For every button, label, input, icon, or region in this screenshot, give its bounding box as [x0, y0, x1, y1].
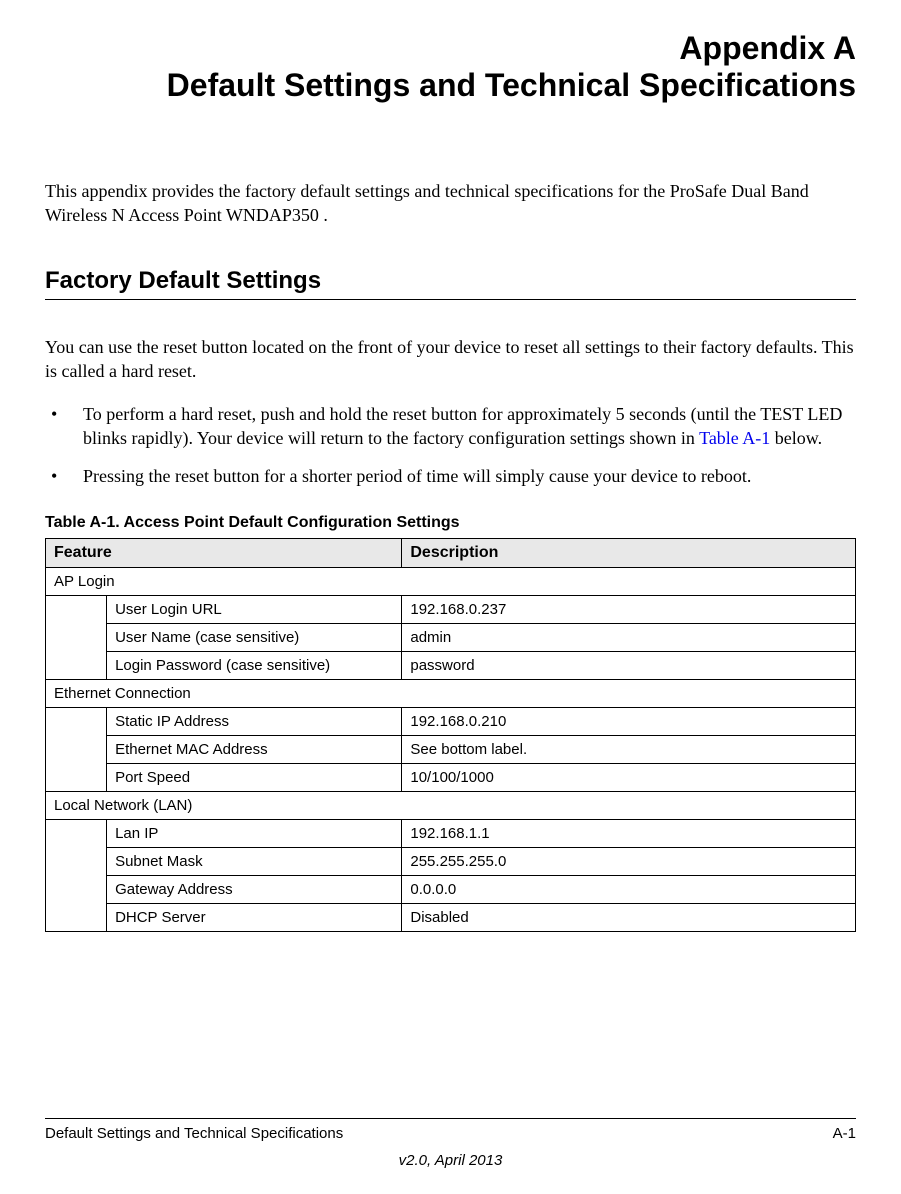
cell-description: 255.255.255.0	[402, 847, 856, 875]
cell-description: password	[402, 651, 856, 679]
table-row: Ethernet MAC Address See bottom label.	[46, 735, 856, 763]
table-section-row: Ethernet Connection	[46, 679, 856, 707]
cell-feature: Ethernet MAC Address	[107, 735, 402, 763]
cell-feature: User Name (case sensitive)	[107, 623, 402, 651]
table-row: Gateway Address 0.0.0.0	[46, 875, 856, 903]
cell-description: Disabled	[402, 903, 856, 931]
cell-description: 10/100/1000	[402, 763, 856, 791]
indent-cell	[46, 763, 107, 791]
section-intro: You can use the reset button located on …	[45, 335, 856, 384]
header-feature: Feature	[46, 538, 402, 567]
table-reference-link[interactable]: Table A-1	[699, 428, 770, 448]
cell-feature: Port Speed	[107, 763, 402, 791]
appendix-header: Appendix A Default Settings and Technica…	[45, 30, 856, 104]
indent-cell	[46, 847, 107, 875]
cell-description: 192.168.0.210	[402, 707, 856, 735]
footer-left: Default Settings and Technical Specifica…	[45, 1125, 343, 1142]
table-caption: Table A-1. Access Point Default Configur…	[45, 514, 856, 532]
cell-feature: Lan IP	[107, 819, 402, 847]
cell-description: 192.168.0.237	[402, 595, 856, 623]
cell-description: 192.168.1.1	[402, 819, 856, 847]
page-footer: Default Settings and Technical Specifica…	[45, 1118, 856, 1169]
footer-version: v2.0, April 2013	[45, 1152, 856, 1169]
cell-feature: Login Password (case sensitive)	[107, 651, 402, 679]
appendix-label: Appendix A	[45, 30, 856, 67]
indent-cell	[46, 875, 107, 903]
bullet-item: To perform a hard reset, push and hold t…	[45, 402, 856, 451]
cell-feature: Subnet Mask	[107, 847, 402, 875]
settings-table: Feature Description AP Login User Login …	[45, 538, 856, 932]
table-row: Login Password (case sensitive) password	[46, 651, 856, 679]
footer-line: Default Settings and Technical Specifica…	[45, 1118, 856, 1142]
cell-feature: Static IP Address	[107, 707, 402, 735]
indent-cell	[46, 623, 107, 651]
appendix-title: Default Settings and Technical Specifica…	[45, 67, 856, 104]
section-title: AP Login	[46, 567, 856, 595]
table-row: Subnet Mask 255.255.255.0	[46, 847, 856, 875]
footer-page-number: A-1	[833, 1125, 856, 1142]
indent-cell	[46, 651, 107, 679]
bullet-item: Pressing the reset button for a shorter …	[45, 464, 856, 488]
table-header-row: Feature Description	[46, 538, 856, 567]
table-row: User Login URL 192.168.0.237	[46, 595, 856, 623]
bullet-list: To perform a hard reset, push and hold t…	[45, 402, 856, 489]
section-title: Local Network (LAN)	[46, 791, 856, 819]
section-heading: Factory Default Settings	[45, 267, 856, 300]
table-section-row: AP Login	[46, 567, 856, 595]
indent-cell	[46, 903, 107, 931]
indent-cell	[46, 819, 107, 847]
section-title: Ethernet Connection	[46, 679, 856, 707]
cell-description: See bottom label.	[402, 735, 856, 763]
bullet-text-post: below.	[770, 428, 822, 448]
table-section-row: Local Network (LAN)	[46, 791, 856, 819]
indent-cell	[46, 735, 107, 763]
indent-cell	[46, 595, 107, 623]
table-row: Lan IP 192.168.1.1	[46, 819, 856, 847]
cell-feature: DHCP Server	[107, 903, 402, 931]
header-description: Description	[402, 538, 856, 567]
table-row: User Name (case sensitive) admin	[46, 623, 856, 651]
table-row: Static IP Address 192.168.0.210	[46, 707, 856, 735]
table-row: Port Speed 10/100/1000	[46, 763, 856, 791]
table-row: DHCP Server Disabled	[46, 903, 856, 931]
cell-description: 0.0.0.0	[402, 875, 856, 903]
cell-feature: Gateway Address	[107, 875, 402, 903]
indent-cell	[46, 707, 107, 735]
cell-description: admin	[402, 623, 856, 651]
intro-paragraph: This appendix provides the factory defau…	[45, 179, 856, 228]
cell-feature: User Login URL	[107, 595, 402, 623]
